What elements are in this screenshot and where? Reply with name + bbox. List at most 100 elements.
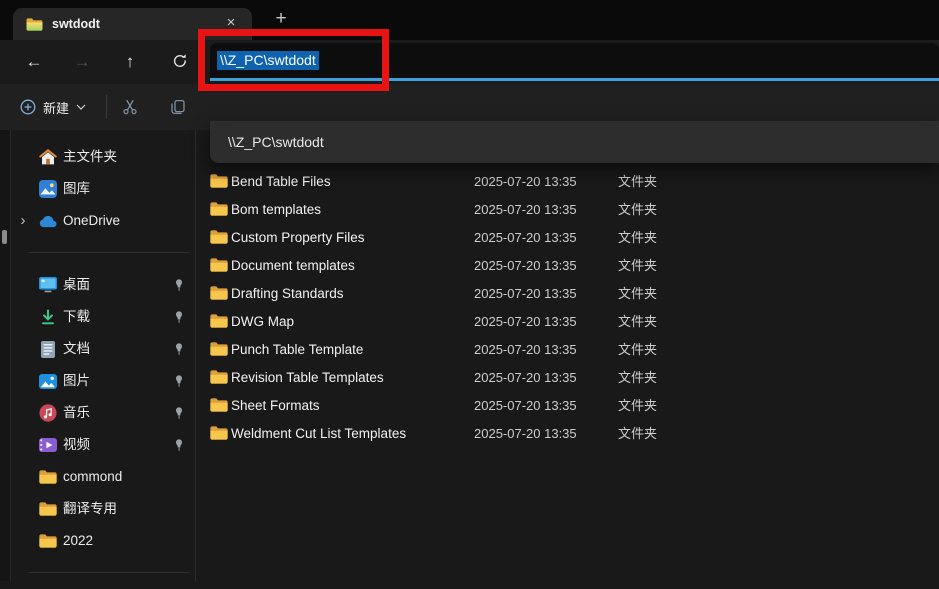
sidebar-item-2022[interactable]: 2022 [11, 525, 195, 557]
left-scroll-gutter[interactable] [0, 130, 11, 581]
file-row[interactable]: Custom Property Files2025-07-20 13:35文件夹 [197, 224, 939, 252]
sidebar-item-label: 翻译专用 [63, 493, 117, 525]
file-date: 2025-07-20 13:35 [474, 336, 577, 364]
file-type: 文件夹 [618, 420, 657, 448]
sidebar-separator [11, 237, 195, 269]
desktop-icon [39, 276, 57, 294]
download-icon [39, 308, 57, 326]
copy-button[interactable] [166, 95, 190, 119]
file-rows: Bend Table Files2025-07-20 13:35文件夹Bom t… [197, 168, 939, 448]
file-type: 文件夹 [618, 336, 657, 364]
file-type: 文件夹 [618, 280, 657, 308]
file-name: Bom templates [231, 196, 321, 224]
file-name: Document templates [231, 252, 355, 280]
file-row[interactable]: Bom templates2025-07-20 13:35文件夹 [197, 196, 939, 224]
sidebar-item-pictures[interactable]: 图片 [11, 365, 195, 397]
folder-icon [210, 174, 228, 191]
sidebar-item-gallery[interactable]: 图库 [11, 173, 195, 205]
sidebar-item-home[interactable]: 主文件夹 [11, 141, 195, 173]
chevron-down-icon [76, 104, 86, 110]
file-date: 2025-07-20 13:35 [474, 308, 577, 336]
pictures-icon [39, 372, 57, 390]
address-bar-input[interactable]: \\Z_PC\swtdodt [210, 43, 939, 81]
file-date: 2025-07-20 13:35 [474, 252, 577, 280]
pin-icon [173, 439, 185, 451]
file-type: 文件夹 [618, 392, 657, 420]
header: ← → ↑ \\Z_PC\swtdodt 新建 [0, 40, 939, 130]
file-row[interactable]: Punch Table Template2025-07-20 13:35文件夹 [197, 336, 939, 364]
cut-button[interactable] [118, 95, 142, 119]
file-type: 文件夹 [618, 224, 657, 252]
sidebar-item-music[interactable]: 音乐 [11, 397, 195, 429]
file-row[interactable]: Weldment Cut List Templates2025-07-20 13… [197, 420, 939, 448]
pin-icon [173, 375, 185, 387]
file-type: 文件夹 [618, 364, 657, 392]
file-name: DWG Map [231, 308, 294, 336]
tab-title: swtdodt [52, 17, 100, 31]
file-row[interactable]: DWG Map 2025-07-20 13:35 文件夹 [197, 308, 939, 336]
navigation-pane: 主文件夹图库›OneDrive 桌面下载文档图片音乐视频commond翻译专用20… [11, 130, 196, 581]
address-suggestion-dropdown: \\Z_PC\swtdodt [210, 121, 939, 163]
file-row[interactable]: Bend Table Files2025-07-20 13:35文件夹 [197, 168, 939, 196]
sidebar-item-label: 2022 [63, 525, 93, 557]
file-date: 2025-07-20 13:35 [474, 280, 577, 308]
pin-icon [173, 279, 185, 291]
gallery-icon [39, 180, 57, 198]
file-date: 2025-07-20 13:35 [474, 224, 577, 252]
folder-icon [39, 532, 57, 550]
sidebar-item-label: commond [63, 461, 122, 493]
tab-close-icon[interactable]: × [220, 12, 242, 34]
document-icon [39, 340, 57, 358]
scrollbar-thumb[interactable] [2, 230, 7, 244]
sidebar-item-commond[interactable]: commond [11, 461, 195, 493]
file-date: 2025-07-20 13:35 [474, 364, 577, 392]
folder-icon [39, 500, 57, 518]
sidebar-item-desktop[interactable]: 桌面 [11, 269, 195, 301]
circle-plus-icon [20, 99, 36, 115]
sidebar-item-label: 音乐 [63, 397, 90, 429]
folder-icon [39, 468, 57, 486]
folder-icon [210, 370, 228, 387]
sidebar-item-translation[interactable]: 翻译专用 [11, 493, 195, 525]
folder-icon [210, 202, 228, 219]
new-item-button[interactable]: 新建 [12, 92, 94, 122]
sidebar-item-label: 文档 [63, 333, 90, 365]
folder-icon [210, 258, 228, 275]
music-icon [39, 404, 57, 422]
back-button[interactable]: ← [20, 48, 48, 76]
new-tab-button[interactable]: + [268, 6, 294, 32]
file-type: 文件夹 [618, 308, 657, 336]
sidebar-item-downloads[interactable]: 下载 [11, 301, 195, 333]
file-row[interactable]: Revision Table Templates 2025-07-20 13:35… [197, 364, 939, 392]
folder-icon [210, 286, 228, 303]
chevron-right-icon[interactable]: › [15, 209, 31, 233]
file-date: 2025-07-20 13:35 [474, 168, 577, 196]
file-date: 2025-07-20 13:35 [474, 196, 577, 224]
command-bar-divider [106, 95, 107, 119]
sidebar-item-videos[interactable]: 视频 [11, 429, 195, 461]
up-button[interactable]: ↑ [116, 48, 144, 76]
file-row[interactable]: Sheet Formats2025-07-20 13:35文件夹 [197, 392, 939, 420]
file-date: 2025-07-20 13:35 [474, 420, 577, 448]
sidebar-item-onedrive[interactable]: ›OneDrive [11, 205, 195, 237]
file-row[interactable]: Drafting Standards 2025-07-20 13:35 文件夹 [197, 280, 939, 308]
folder-icon [210, 426, 228, 443]
pin-icon [173, 343, 185, 355]
onedrive-icon [39, 212, 57, 230]
file-row[interactable]: Document templates2025-07-20 13:35文件夹 [197, 252, 939, 280]
address-suggestion-item[interactable]: \\Z_PC\swtdodt [210, 121, 939, 163]
sidebar-item-label: 桌面 [63, 269, 90, 301]
file-name: Drafting Standards [231, 280, 344, 308]
file-name: Sheet Formats [231, 392, 320, 420]
explorer-tab[interactable]: swtdodt × [13, 8, 252, 40]
sidebar-separator [11, 557, 195, 589]
sidebar-item-label: 视频 [63, 429, 90, 461]
sidebar-item-documents[interactable]: 文档 [11, 333, 195, 365]
folder-icon [210, 342, 228, 359]
forward-button: → [68, 48, 96, 76]
folder-icon [210, 314, 228, 331]
refresh-button[interactable] [166, 48, 194, 76]
sidebar-item-label: 下载 [63, 301, 90, 333]
pin-icon [173, 311, 185, 323]
file-name: Revision Table Templates [231, 364, 384, 392]
